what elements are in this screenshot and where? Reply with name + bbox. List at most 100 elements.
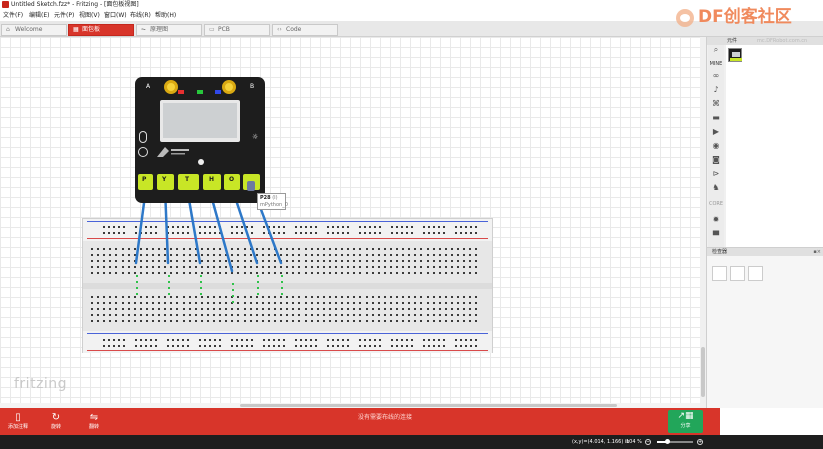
- breadboard-hole: [316, 296, 319, 298]
- menu-edit[interactable]: 编辑(E): [29, 10, 49, 21]
- part-mpython-thumbnail[interactable]: [728, 48, 742, 62]
- breadboard-hole: [469, 296, 472, 298]
- breadboard-hole: [237, 302, 240, 304]
- camera-bin-icon[interactable]: ◙: [711, 155, 721, 165]
- breadboard-hole: [168, 293, 170, 295]
- breadboard-hole: [341, 254, 344, 256]
- fritzing-bin-icon[interactable]: ♪: [711, 85, 721, 95]
- menu-window[interactable]: 窗口(W): [104, 10, 127, 21]
- add-note-button[interactable]: ▯ 添加注释: [3, 411, 33, 433]
- breadboard-hole: [164, 308, 167, 310]
- breadboard-hole: [426, 254, 429, 256]
- breadboard-hole: [463, 248, 466, 250]
- breadboard-hole: [455, 339, 457, 341]
- button-b[interactable]: [222, 80, 236, 94]
- seeed-bin-icon[interactable]: ◉: [711, 141, 721, 151]
- menu-routing[interactable]: 布线(R): [130, 10, 151, 21]
- breadboard-hole: [347, 314, 350, 316]
- rotate-button[interactable]: ↻ 旋转: [41, 411, 71, 433]
- cursor-coordinates: (x,y)=(4.014, 1.166) in: [572, 439, 630, 445]
- breadboard-hole: [428, 345, 430, 347]
- breadboard-hole: [298, 308, 301, 310]
- zoom-in-icon[interactable]: +: [697, 439, 703, 445]
- breadboard-hole: [470, 345, 472, 347]
- tab-breadboard[interactable]: ▦ 面包板: [68, 24, 134, 36]
- breadboard-hole: [255, 302, 258, 304]
- menu-file[interactable]: 文件(F): [3, 10, 23, 21]
- breadboard-hole: [170, 248, 173, 250]
- zoom-slider[interactable]: [657, 439, 693, 444]
- diode-bin-icon[interactable]: ⊳: [711, 169, 721, 179]
- flip-button[interactable]: ⇋ 翻转: [79, 411, 109, 433]
- tab-pcb[interactable]: ▭ PCB: [204, 24, 270, 36]
- breadboard-hole: [414, 272, 417, 274]
- category-core[interactable]: CORE: [708, 201, 724, 207]
- breadboard-hole: [206, 314, 209, 316]
- mpython-board[interactable]: A B ☼ P Y T H O: [135, 77, 265, 203]
- infinity-icon[interactable]: ∞: [711, 71, 721, 81]
- breadboard-hole: [470, 226, 472, 228]
- breadboard-hole: [365, 248, 368, 250]
- tab-code[interactable]: ‹› Code: [272, 24, 338, 36]
- breadboard-hole: [304, 320, 307, 322]
- breadboard-hole: [200, 260, 203, 262]
- breadboard-hole: [115, 266, 118, 268]
- menu-part[interactable]: 元件(P): [54, 10, 74, 21]
- breadboard-hole: [420, 314, 423, 316]
- share-button[interactable]: ↗▦ 分享: [668, 410, 703, 433]
- note-icon: ▯: [15, 412, 21, 423]
- breadboard-hole: [182, 232, 184, 234]
- menu-help[interactable]: 帮助(H): [155, 10, 176, 21]
- tab-welcome[interactable]: ⌂ Welcome: [1, 24, 67, 36]
- scroll-thumb[interactable]: [701, 347, 705, 397]
- category-mine[interactable]: MINE: [708, 61, 724, 67]
- breadboard-hole: [414, 296, 417, 298]
- breadboard-hole: [182, 248, 185, 250]
- breadboard-hole: [241, 226, 243, 228]
- pad-selected[interactable]: [247, 181, 255, 191]
- zoom-slider-knob[interactable]: [665, 439, 671, 444]
- flip-icon: ⇋: [89, 412, 99, 423]
- breadboard-hole: [91, 260, 93, 262]
- breadboard-hole: [292, 296, 295, 298]
- breadboard-hole: [257, 293, 259, 295]
- breadboard-hole: [158, 266, 161, 268]
- breadboard-hole: [91, 266, 93, 268]
- breadboard-hole: [136, 275, 138, 277]
- breadboard-hole: [243, 314, 246, 316]
- search-icon[interactable]: ⌕: [711, 45, 721, 55]
- breadboard-hole: [428, 226, 430, 228]
- zoom-out-icon[interactable]: −: [645, 439, 651, 445]
- inspector-header: 检查器 ▪×: [707, 247, 823, 256]
- gear-icon[interactable]: ✹: [711, 215, 721, 225]
- breadboard-hole: [241, 345, 243, 347]
- breadboard[interactable]: [82, 218, 493, 353]
- output-bin-icon[interactable]: ▶: [711, 127, 721, 137]
- breadboard-hole: [300, 226, 302, 228]
- breadboard-hole: [322, 260, 325, 262]
- breadboard-hole: [187, 345, 189, 347]
- arduino-bin-icon[interactable]: ⌘: [711, 99, 721, 109]
- tab-schematic[interactable]: ⏦ 原理图: [136, 24, 202, 36]
- breadboard-hole: [469, 302, 472, 304]
- breadboard-hole: [337, 226, 339, 228]
- breadboard-hole: [236, 339, 238, 341]
- breadboard-hole: [426, 320, 429, 322]
- button-a[interactable]: [164, 80, 178, 94]
- breadboard-hole: [420, 260, 423, 262]
- breadboard-hole: [408, 272, 411, 274]
- menu-view[interactable]: 视图(V): [79, 10, 100, 21]
- breadboard-hole: [402, 296, 405, 298]
- breadboard-hole: [371, 320, 374, 322]
- breadboard-hole: [322, 302, 325, 304]
- breadboard-hole: [426, 272, 429, 274]
- breadboard-hole: [341, 248, 344, 250]
- core-bin-icon[interactable]: ▬: [711, 113, 721, 123]
- breadboard-hole: [444, 320, 447, 322]
- animal-bin-icon[interactable]: ♞: [711, 183, 721, 193]
- breadboard-canvas[interactable]: fritzing A B ☼ P Y T H O P28 (I) mPython…: [0, 37, 706, 408]
- breadboard-hole: [206, 296, 209, 298]
- breadboard-hole: [133, 254, 136, 256]
- scroll-thumb[interactable]: [240, 404, 617, 407]
- chip-bin-icon[interactable]: ▀: [711, 231, 721, 241]
